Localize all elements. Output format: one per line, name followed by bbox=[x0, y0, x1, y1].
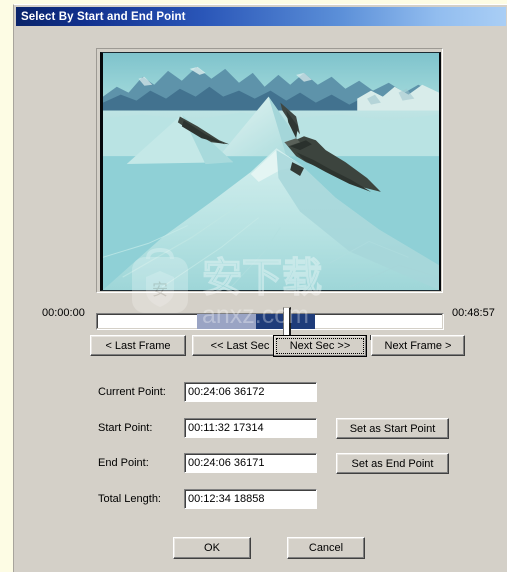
current-point-row: Current Point: 00:24:06 36172 bbox=[16, 382, 506, 404]
total-length-label: Total Length: bbox=[98, 493, 161, 505]
timeline-row: 00:00:00 00:48:57 bbox=[16, 299, 506, 340]
set-as-start-point-label: Set as Start Point bbox=[349, 422, 436, 435]
title-bar[interactable]: Select By Start and End Point bbox=[16, 7, 506, 26]
end-point-field[interactable]: 00:24:06 36171 bbox=[184, 453, 317, 473]
start-point-label: Start Point: bbox=[98, 422, 153, 434]
next-frame-button-label: Next Frame > bbox=[384, 339, 452, 352]
current-point-field[interactable]: 00:24:06 36172 bbox=[184, 382, 317, 402]
dialog-client-area: 00:00:00 00:48:57 < Last Frame << Last S… bbox=[16, 27, 506, 571]
set-as-end-point-button[interactable]: Set as End Point bbox=[336, 453, 449, 474]
video-preview[interactable] bbox=[100, 52, 441, 291]
video-frame-image bbox=[103, 53, 439, 290]
slider-selection-secondary bbox=[197, 314, 257, 329]
slider-track[interactable] bbox=[96, 313, 444, 330]
total-length-field[interactable]: 00:12:34 18858 bbox=[184, 489, 317, 509]
end-point-row: End Point: 00:24:06 36171 Set as End Poi… bbox=[16, 453, 506, 475]
start-point-row: Start Point: 00:11:32 17314 Set as Start… bbox=[16, 418, 506, 440]
ok-button[interactable]: OK bbox=[173, 537, 251, 559]
start-point-field[interactable]: 00:11:32 17314 bbox=[184, 418, 317, 438]
cancel-button-label: Cancel bbox=[308, 542, 344, 554]
frame-navigation-row: < Last Frame << Last Sec Next Sec >> Nex… bbox=[16, 335, 506, 363]
last-sec-button-label: << Last Sec bbox=[210, 339, 270, 352]
timeline-start-label: 00:00:00 bbox=[42, 307, 85, 319]
timeline-slider[interactable] bbox=[96, 299, 444, 340]
ok-button-label: OK bbox=[204, 542, 220, 554]
next-sec-button[interactable]: Next Sec >> bbox=[273, 335, 367, 357]
last-frame-button[interactable]: < Last Frame bbox=[90, 335, 186, 356]
next-sec-button-label: Next Sec >> bbox=[289, 340, 351, 352]
current-point-label: Current Point: bbox=[98, 386, 166, 398]
timeline-end-label: 00:48:57 bbox=[452, 307, 495, 319]
next-frame-button[interactable]: Next Frame > bbox=[371, 335, 465, 356]
video-preview-frame bbox=[96, 48, 443, 293]
dialog-window: Select By Start and End Point 00:00:00 0… bbox=[13, 4, 507, 572]
end-point-label: End Point: bbox=[98, 457, 149, 469]
cancel-button[interactable]: Cancel bbox=[287, 537, 365, 559]
set-as-end-point-label: Set as End Point bbox=[351, 457, 434, 470]
total-length-row: Total Length: 00:12:34 18858 bbox=[16, 489, 506, 511]
set-as-start-point-button[interactable]: Set as Start Point bbox=[336, 418, 449, 439]
last-frame-button-label: < Last Frame bbox=[105, 339, 171, 352]
page-background: Select By Start and End Point 00:00:00 0… bbox=[0, 0, 507, 572]
slider-thumb[interactable] bbox=[282, 307, 291, 336]
window-title: Select By Start and End Point bbox=[21, 10, 186, 23]
